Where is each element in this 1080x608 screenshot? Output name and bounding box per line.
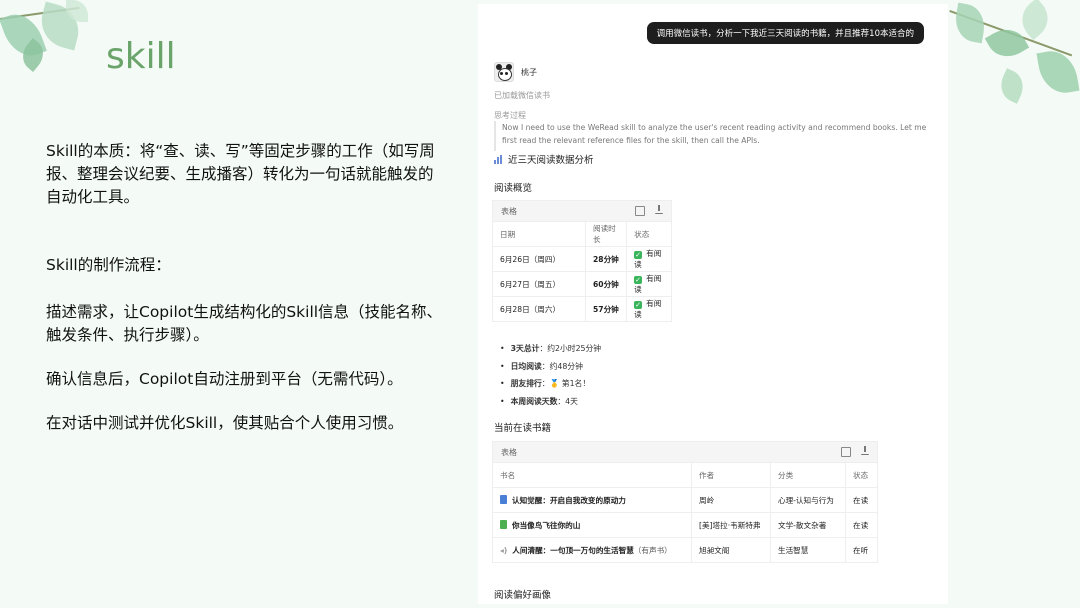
book-icon	[500, 519, 507, 529]
analysis-heading: 近三天阅读数据分析	[494, 152, 594, 166]
current-books-heading: 当前在读书籍	[494, 423, 552, 434]
duration-cell: 60分钟	[585, 271, 628, 297]
table-header-bar: 表格	[493, 442, 877, 462]
analysis-title: 近三天阅读数据分析	[508, 155, 594, 166]
copy-icon[interactable]	[841, 447, 851, 457]
process-step-3: 在对话中测试并优化Skill，使其贴合个人使用习惯。	[46, 414, 404, 432]
table-row: 6月26日（周四） 28分钟 ✓ 有阅读	[493, 246, 671, 272]
status-cell: 在听	[845, 537, 877, 562]
duration-cell: 57分钟	[585, 296, 628, 321]
table-row: 你当像鸟飞往你的山 [美]塔拉·韦斯特弗 文学-散文杂著 在读	[493, 512, 877, 538]
agent-name: 桃子	[521, 67, 537, 77]
agent-header: 桃子	[494, 62, 537, 82]
list-item: 朋友排行：🥇 第1名！	[500, 375, 601, 393]
category-cell: 心理-认知与行为	[770, 487, 846, 513]
column-header: 状态	[845, 462, 877, 488]
skill-status: 已加载微信读书	[494, 91, 550, 100]
slide-body: Skill的本质：将“查、读、写”等固定步骤的工作（如写周报、整理会议纪要、生成…	[46, 140, 446, 435]
process-step-2: 确认信息后，Copilot自动注册到平台（无需代码）。	[46, 370, 403, 388]
author-cell: [美]塔拉·韦斯特弗	[691, 512, 771, 538]
list-item: 本周阅读天数：4天	[500, 393, 601, 411]
status-cell: ✓ 有阅读	[626, 246, 671, 272]
category-cell: 文学-散文杂著	[770, 512, 846, 538]
status-cell: 在读	[845, 487, 877, 513]
panda-avatar	[494, 62, 514, 82]
date-cell: 6月28日（周六）	[493, 296, 586, 321]
list-item: 日均阅读：约48分钟	[500, 358, 601, 376]
status-cell: ✓ 有阅读	[626, 296, 671, 321]
table-label: 表格	[501, 447, 517, 457]
user-message-bubble: 调用微信读书，分析一下我近三天阅读的书籍，并且推荐10本适合的	[646, 22, 924, 44]
duration-cell: 28分钟	[585, 246, 628, 272]
list-item: 3天总计：约2小时25分钟	[500, 340, 602, 358]
book-title-cell: 你当像鸟飞往你的山	[493, 512, 692, 538]
chat-screenshot-panel: 调用微信读书，分析一下我近三天阅读的书籍，并且推荐10本适合的 桃子 已加载微信…	[478, 4, 948, 604]
date-cell: 6月27日（周五）	[493, 271, 586, 297]
column-header: 书名	[493, 462, 692, 488]
column-header: 状态	[626, 221, 671, 247]
table-header-bar: 表格	[493, 201, 671, 221]
checkbox-icon: ✓	[634, 276, 643, 284]
table-row: 6月28日（周六） 57分钟 ✓ 有阅读	[493, 296, 671, 321]
books-table: 表格 书名 作者 分类 状态 认知觉醒：开启自我改变的原动力 周岭 心理-认知与…	[492, 441, 878, 563]
slide-title: skill	[106, 36, 176, 77]
overview-heading: 阅读概览	[494, 183, 533, 194]
checkbox-icon: ✓	[634, 251, 643, 259]
copy-icon[interactable]	[635, 206, 645, 216]
author-cell: 周岭	[691, 487, 771, 513]
download-icon[interactable]	[655, 205, 663, 214]
bar-chart-icon	[494, 155, 503, 164]
download-icon[interactable]	[861, 446, 869, 455]
skill-definition: Skill的本质：将“查、读、写”等固定步骤的工作（如写周报、整理会议纪要、生成…	[46, 142, 435, 206]
table-label: 表格	[501, 206, 517, 216]
book-title-cell: ◂) 人间清醒：一句顶一万句的生活智慧（有声书）	[493, 537, 692, 562]
column-header: 阅读时长	[585, 221, 628, 247]
column-header: 日期	[493, 221, 586, 247]
date-cell: 6月26日（周四）	[493, 246, 586, 272]
process-heading: Skill的制作流程：	[46, 256, 171, 274]
status-cell: 在读	[845, 512, 877, 538]
summary-list: 3天总计：约2小时25分钟 日均阅读：约48分钟 朋友排行：🥇 第1名！ 本周阅…	[500, 340, 602, 411]
checkbox-icon: ✓	[634, 301, 643, 309]
table-row: ◂) 人间清醒：一句顶一万句的生活智慧（有声书） 旭昶文阁 生活智慧 在听	[493, 537, 877, 562]
status-cell: ✓ 有阅读	[626, 271, 671, 297]
table-row: 6月27日（周五） 60分钟 ✓ 有阅读	[493, 271, 671, 297]
category-cell: 生活智慧	[770, 537, 846, 562]
profile-heading: 阅读偏好画像	[494, 590, 552, 601]
column-header: 作者	[691, 462, 771, 488]
book-title-cell: 认知觉醒：开启自我改变的原动力	[493, 487, 692, 513]
author-cell: 旭昶文阁	[691, 537, 771, 562]
book-icon	[500, 494, 507, 504]
thinking-toggle[interactable]: 思考过程	[494, 110, 526, 121]
overview-table: 表格 日期 阅读时长 状态 6月26日（周四） 28分钟 ✓ 有阅读 6月27日（…	[492, 200, 672, 322]
table-row: 认知觉醒：开启自我改变的原动力 周岭 心理-认知与行为 在读	[493, 487, 877, 513]
column-header: 分类	[770, 462, 846, 488]
thinking-content: Now I need to use the WeRead skill to an…	[494, 121, 942, 151]
process-step-1: 描述需求，让Copilot生成结构化的Skill信息（技能名称、触发条件、执行步…	[46, 303, 443, 344]
speaker-icon: ◂)	[500, 545, 508, 555]
